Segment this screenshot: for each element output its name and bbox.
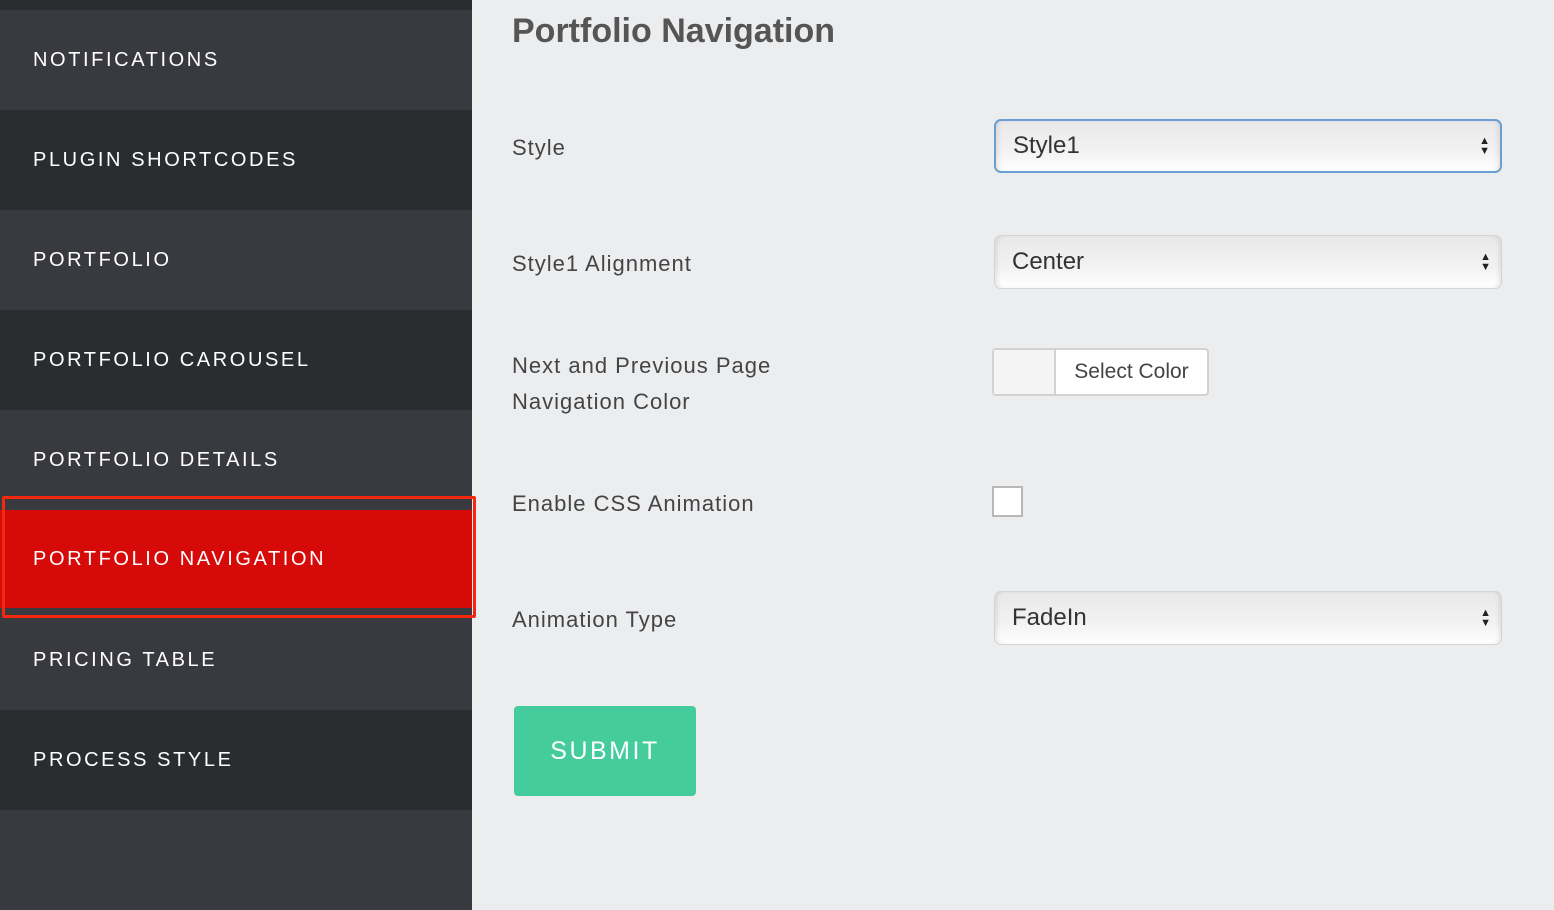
page-title: Portfolio Navigation: [512, 12, 835, 50]
alignment-select-value: Center: [1012, 248, 1085, 275]
sidebar-item-portfolio-details[interactable]: PORTFOLIO DETAILS: [0, 410, 472, 510]
style-label: Style: [512, 135, 566, 160]
css-animation-checkbox[interactable]: [992, 486, 1023, 517]
sidebar-item-label: NOTIFICATIONS: [33, 48, 220, 71]
sidebar-item-label: PORTFOLIO: [33, 248, 172, 271]
sidebar-item-label: PRICING TABLE: [33, 648, 218, 671]
main-panel: Portfolio Navigation Style Style1 ▲ ▼ Sty…: [472, 0, 1554, 816]
sidebar-item-notifications[interactable]: NOTIFICATIONS: [0, 10, 472, 110]
sidebar-item-plugin-shortcodes[interactable]: PLUGIN SHORTCODES: [0, 110, 472, 210]
select-color-label: Select Color: [1074, 360, 1189, 383]
select-arrows-icon: ▲ ▼: [1479, 135, 1490, 157]
animation-type-select[interactable]: FadeIn ▲ ▼: [994, 591, 1502, 645]
animation-type-select-value: FadeIn: [1012, 604, 1087, 631]
style-select-value: Style1: [1013, 132, 1080, 159]
sidebar-item-label: PLUGIN SHORTCODES: [33, 148, 298, 171]
css-animation-label: Enable CSS Animation: [512, 491, 755, 516]
sidebar: NOTIFICATIONS PLUGIN SHORTCODES PORTFOLI…: [0, 0, 472, 910]
submit-button[interactable]: SUBMIT: [514, 706, 696, 796]
sidebar-item-portfolio[interactable]: PORTFOLIO: [0, 210, 472, 310]
color-picker-button[interactable]: Select Color: [992, 348, 1209, 396]
sidebar-item-label: PORTFOLIO NAVIGATION: [33, 547, 327, 570]
sidebar-item-pricing-table[interactable]: PRICING TABLE: [0, 610, 472, 710]
sidebar-item-previous[interactable]: [0, 0, 472, 10]
sidebar-item-next[interactable]: [0, 810, 472, 910]
sidebar-item-label: PROCESS STYLE: [33, 748, 234, 771]
select-arrows-icon: ▲ ▼: [1480, 607, 1491, 629]
sidebar-item-label: PORTFOLIO CAROUSEL: [33, 348, 311, 371]
sidebar-item-label: PORTFOLIO DETAILS: [33, 448, 280, 471]
nav-color-label-line1: Next and Previous Page: [512, 353, 772, 378]
animation-type-label: Animation Type: [512, 607, 678, 632]
style-select[interactable]: Style1 ▲ ▼: [994, 119, 1502, 173]
sidebar-item-portfolio-carousel[interactable]: PORTFOLIO CAROUSEL: [0, 310, 472, 410]
select-arrows-icon: ▲ ▼: [1480, 251, 1491, 273]
sidebar-item-portfolio-navigation[interactable]: PORTFOLIO NAVIGATION: [0, 498, 472, 620]
alignment-label: Style1 Alignment: [512, 251, 692, 276]
color-swatch: [994, 350, 1056, 394]
alignment-select[interactable]: Center ▲ ▼: [994, 235, 1502, 289]
sidebar-item-process-style[interactable]: PROCESS STYLE: [0, 710, 472, 810]
nav-color-label-line2: Navigation Color: [512, 389, 691, 414]
